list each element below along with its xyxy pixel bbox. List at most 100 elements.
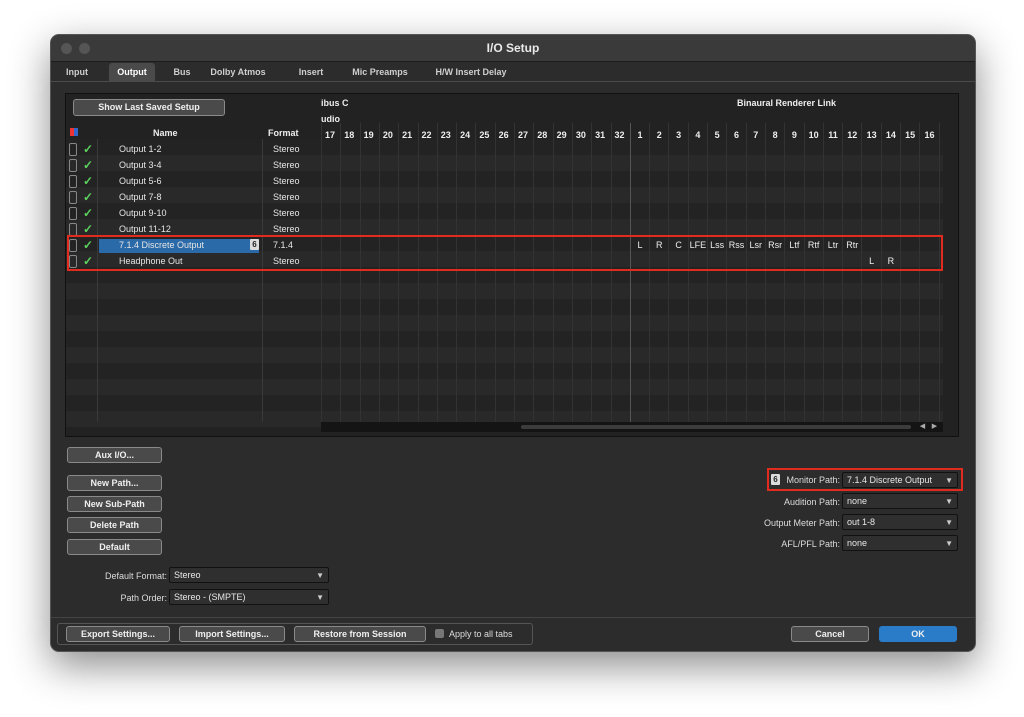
output-name: Output 7-8	[119, 192, 162, 202]
tab-output[interactable]: Output	[109, 63, 155, 81]
export-settings-button[interactable]: Export Settings...	[66, 626, 170, 642]
dropdown-arrow-icon: ▼	[316, 571, 324, 580]
dropdown-arrow-icon: ▼	[945, 476, 953, 485]
tab-bus[interactable]: Bus	[169, 63, 195, 81]
horizontal-scrollbar[interactable]: ◀ ▶	[321, 422, 943, 432]
output-row[interactable]: ✓ Output 5-6 Stereo	[67, 174, 321, 190]
show-last-saved-button[interactable]: Show Last Saved Setup	[73, 99, 225, 116]
audition-path-select[interactable]: none ▼	[842, 493, 958, 509]
channel-number: 19	[363, 130, 374, 140]
new-path-button[interactable]: New Path...	[67, 475, 162, 491]
window-title: I/O Setup	[486, 41, 540, 55]
dropdown-arrow-icon: ▼	[945, 497, 953, 506]
output-row[interactable]: ✓ Output 9-10 Stereo	[67, 206, 321, 222]
apply-all-checkbox[interactable]	[435, 629, 444, 638]
grid-column-line	[456, 123, 458, 422]
output-name: Output 9-10	[119, 208, 167, 218]
bus-group-subheader-left: udio	[321, 114, 340, 124]
dropdown-arrow-icon: ▼	[316, 593, 324, 602]
aflpfl-path-select[interactable]: none ▼	[842, 535, 958, 551]
output-name: Output 3-4	[119, 160, 162, 170]
channel-number: 12	[847, 130, 858, 140]
output-meter-path-select[interactable]: out 1-8 ▼	[842, 514, 958, 530]
channel-number: 1	[637, 130, 643, 140]
audition-path-label: Audition Path:	[783, 497, 840, 507]
tab-hw-insert-delay[interactable]: H/W Insert Delay	[429, 63, 513, 81]
grid-column-line	[745, 123, 747, 422]
tab-input[interactable]: Input	[61, 63, 93, 81]
aflpfl-path-value: none	[847, 538, 868, 548]
default-format-select[interactable]: Stereo ▼	[169, 567, 329, 583]
channel-number: 7	[753, 130, 759, 140]
row-checkbox[interactable]	[69, 159, 77, 172]
grid-row-stripe	[66, 331, 943, 347]
cancel-button[interactable]: Cancel	[791, 626, 869, 642]
checkmark-icon[interactable]: ✓	[83, 206, 93, 220]
channel-number: 30	[575, 130, 586, 140]
channel-number: 31	[595, 130, 606, 140]
apply-all-label: Apply to all tabs	[449, 629, 513, 639]
output-row[interactable]: ✓ Output 7-8 Stereo	[67, 190, 321, 206]
bus-group-header-left: ibus C	[321, 98, 349, 108]
monitor-path-select[interactable]: 7.1.4 Discrete Output ▼	[842, 472, 958, 488]
grid-column-line	[726, 123, 728, 422]
io-setup-window: I/O Setup Input Output Bus Dolby Atmos I…	[50, 34, 976, 652]
grid-column-line	[687, 123, 689, 422]
output-row[interactable]: ✓ Output 1-2 Stereo	[67, 142, 321, 158]
grid-column-line	[378, 123, 380, 422]
channel-number: 6	[733, 130, 739, 140]
aux-io-button[interactable]: Aux I/O...	[67, 447, 162, 463]
checkmark-icon[interactable]: ✓	[83, 222, 93, 236]
grid-column-line	[822, 123, 824, 422]
grid-column-line	[861, 123, 863, 422]
tab-insert[interactable]: Insert	[291, 63, 331, 81]
row-checkbox[interactable]	[69, 175, 77, 188]
checkmark-icon[interactable]: ✓	[83, 142, 93, 156]
checkmark-icon[interactable]: ✓	[83, 190, 93, 204]
path-order-select[interactable]: Stereo - (SMPTE) ▼	[169, 589, 329, 605]
color-swatch-icon[interactable]	[70, 128, 78, 136]
output-format: Stereo	[273, 224, 300, 234]
import-settings-button[interactable]: Import Settings...	[179, 626, 285, 642]
channel-number: 5	[714, 130, 720, 140]
tab-dolby-atmos[interactable]: Dolby Atmos	[201, 63, 275, 81]
channel-number: 10	[808, 130, 819, 140]
checkmark-icon[interactable]: ✓	[83, 158, 93, 172]
new-sub-path-button[interactable]: New Sub-Path	[67, 496, 162, 512]
grid-column-line	[417, 123, 419, 422]
scrollbar-thumb[interactable]	[521, 425, 911, 429]
scroll-left-icon[interactable]: ◀	[917, 422, 928, 432]
channel-number: 18	[344, 130, 355, 140]
grid-column-line	[880, 123, 882, 422]
restore-from-session-button[interactable]: Restore from Session	[294, 626, 426, 642]
channel-number: 20	[382, 130, 393, 140]
grid-column-line	[610, 123, 612, 422]
format-column-header[interactable]: Format	[268, 128, 299, 138]
grid-row-stripe	[66, 299, 943, 315]
row-checkbox[interactable]	[69, 191, 77, 204]
channel-number: 25	[479, 130, 490, 140]
channel-number: 23	[440, 130, 451, 140]
output-row[interactable]: ✓ Output 3-4 Stereo	[67, 158, 321, 174]
grid-column-line	[494, 123, 496, 422]
channel-number: 2	[656, 130, 662, 140]
default-format-label: Default Format:	[104, 571, 167, 581]
row-checkbox[interactable]	[69, 143, 77, 156]
tab-mic-preamps[interactable]: Mic Preamps	[347, 63, 413, 81]
audition-path-value: none	[847, 496, 868, 506]
grid-row-stripe	[66, 347, 943, 363]
grid-column-line	[842, 123, 844, 422]
grid-column-line	[764, 123, 766, 422]
channel-number: 27	[517, 130, 528, 140]
scroll-right-icon[interactable]: ▶	[929, 422, 940, 432]
delete-path-button[interactable]: Delete Path	[67, 517, 162, 533]
highlight-box-rows	[67, 235, 943, 271]
name-column-header[interactable]: Name	[153, 128, 178, 138]
checkmark-icon[interactable]: ✓	[83, 174, 93, 188]
row-checkbox[interactable]	[69, 207, 77, 220]
channel-number: 17	[324, 130, 335, 140]
default-button[interactable]: Default	[67, 539, 162, 555]
channel-number: 11	[828, 130, 838, 140]
ok-button[interactable]: OK	[879, 626, 957, 642]
grid-column-line	[649, 123, 651, 422]
